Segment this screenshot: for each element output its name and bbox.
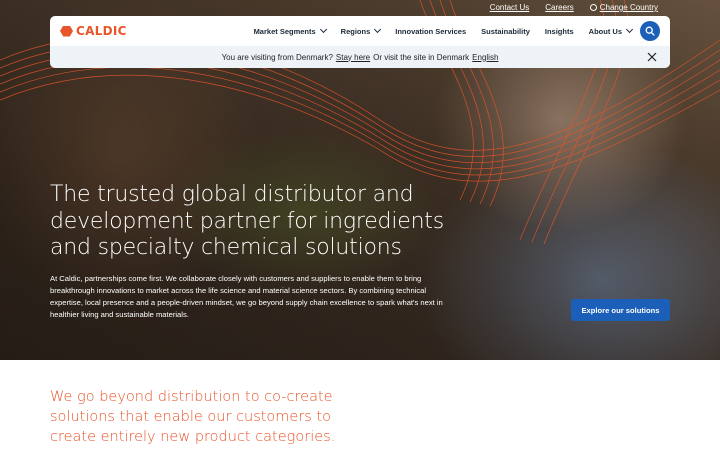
notice-prefix: You are visiting from Denmark? (221, 52, 333, 62)
nav-item-sustainability[interactable]: Sustainability (481, 27, 530, 36)
careers-link[interactable]: Careers (545, 3, 573, 12)
notice-middle: Or visit the site in Denmark (373, 52, 470, 62)
stay-here-link[interactable]: Stay here (336, 53, 370, 62)
chevron-down-icon (625, 25, 634, 34)
nav-item-insights[interactable]: Insights (545, 27, 574, 36)
change-country-link[interactable]: Change Country (589, 3, 658, 12)
country-notice-bar: You are visiting from Denmark? Stay here… (50, 46, 670, 68)
logo-wordmark: CALDIC (76, 24, 127, 38)
nav-item-label: Innovation Services (395, 26, 467, 36)
nav-item-label: Market Segments (253, 26, 316, 36)
hero-description: At Caldic, partnerships come first. We c… (50, 274, 443, 319)
explore-solutions-button[interactable]: Explore our solutions (571, 299, 670, 321)
main-navigation: CALDIC Market Segments Regions Innovatio… (50, 16, 670, 46)
nav-menu: Market Segments Regions Innovation Servi… (253, 25, 634, 36)
caldic-logo[interactable]: CALDIC (60, 24, 127, 38)
chevron-down-icon (374, 25, 382, 34)
globe-icon (589, 4, 597, 11)
nav-item-label: Sustainability (481, 26, 530, 36)
contact-us-link[interactable]: Contact Us (490, 3, 530, 12)
search-icon (645, 26, 655, 36)
nav-item-market-segments[interactable]: Market Segments (253, 25, 327, 36)
nav-item-regions[interactable]: Regions (340, 25, 382, 36)
section-tagline: We go beyond distribution to co-create s… (50, 389, 336, 445)
close-icon[interactable] (646, 51, 658, 63)
logo-mark-icon (60, 25, 73, 37)
search-button[interactable] (640, 21, 660, 41)
nav-item-label: About Us (588, 26, 622, 36)
english-site-link[interactable]: English (472, 53, 498, 62)
nav-item-about-us[interactable]: About Us (588, 25, 634, 36)
hero-headline: The trusted global distributor and devel… (50, 182, 444, 260)
nav-item-label: Insights (544, 26, 574, 36)
nav-item-label: Regions (340, 26, 371, 36)
chevron-down-icon (319, 25, 327, 34)
change-country-label: Change Country (599, 3, 658, 12)
utility-links: Contact Us Careers Change Country (490, 3, 658, 12)
nav-item-innovation-services[interactable]: Innovation Services (395, 27, 466, 36)
